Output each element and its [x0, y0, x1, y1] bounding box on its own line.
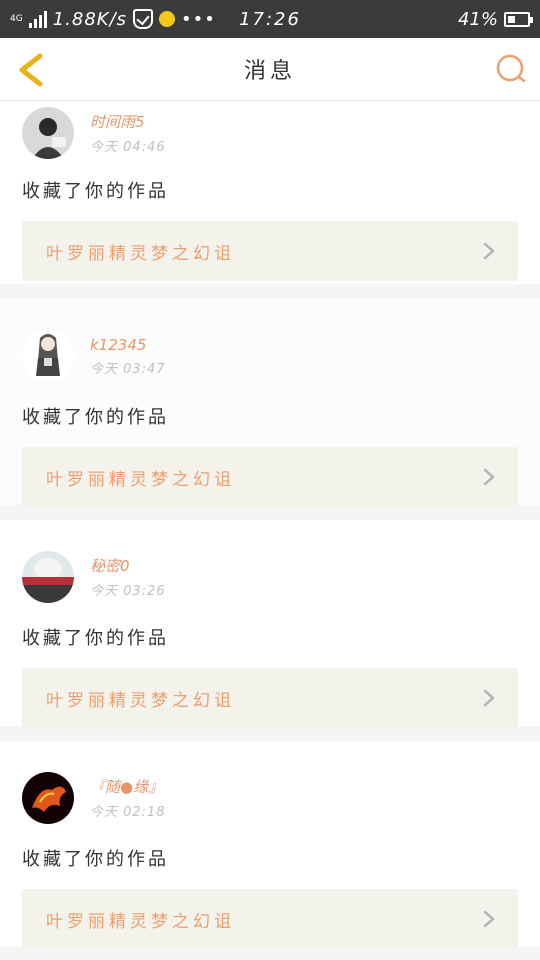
work-link[interactable]: 叶罗丽精灵梦之幻诅 [22, 447, 518, 507]
app-header: 消息 [0, 38, 540, 101]
notification-card: 时间雨5 今天 04:46 收藏了你的作品 叶罗丽精灵梦之幻诅 [0, 101, 540, 284]
battery-icon [504, 11, 533, 27]
action-text: 收藏了你的作品 [22, 849, 169, 870]
work-link[interactable]: 叶罗丽精灵梦之幻诅 [22, 889, 518, 949]
user-avatar[interactable] [22, 772, 74, 824]
action-text: 收藏了你的作品 [22, 181, 169, 202]
username[interactable]: 时间雨5 [90, 111, 166, 132]
notification-card: k12345 今天 03:47 收藏了你的作品 叶罗丽精灵梦之幻诅 [0, 299, 540, 507]
chevron-right-icon [483, 468, 495, 486]
page-title: 消息 [243, 59, 296, 84]
user-avatar[interactable] [22, 551, 74, 603]
search-icon[interactable] [494, 52, 528, 86]
user-avatar[interactable] [22, 107, 74, 159]
timestamp: 今天 03:26 [90, 584, 166, 599]
notification-card: 秘密0 今天 03:26 收藏了你的作品 叶罗丽精灵梦之幻诅 [0, 520, 540, 728]
work-title: 叶罗丽精灵梦之幻诅 [46, 911, 235, 932]
notification-card: 『随●缘』 今天 02:18 收藏了你的作品 叶罗丽精灵梦之幻诅 [0, 741, 540, 949]
battery-percent: 41% [457, 8, 498, 30]
timestamp: 今天 02:18 [90, 805, 166, 820]
username[interactable]: 秘密0 [90, 555, 166, 576]
more-notifications-icon: ••• [181, 8, 216, 30]
chevron-right-icon [483, 242, 495, 260]
status-bar: 4G 1.88K/s ••• 17:26 41% [0, 0, 540, 38]
shield-check-icon [133, 9, 154, 29]
work-title: 叶罗丽精灵梦之幻诅 [46, 243, 235, 264]
user-avatar[interactable] [22, 330, 74, 382]
network-speed: 1.88K/s [52, 8, 128, 30]
username[interactable]: k12345 [90, 336, 166, 354]
work-title: 叶罗丽精灵梦之幻诅 [46, 469, 235, 490]
work-link[interactable]: 叶罗丽精灵梦之幻诅 [22, 668, 518, 728]
action-text: 收藏了你的作品 [22, 628, 169, 649]
notification-list[interactable]: 时间雨5 今天 04:46 收藏了你的作品 叶罗丽精灵梦之幻诅 k12345 今… [0, 101, 540, 960]
timestamp: 今天 04:46 [90, 140, 166, 155]
username[interactable]: 『随●缘』 [90, 776, 166, 797]
signal-icon [28, 10, 47, 28]
timestamp: 今天 03:47 [90, 361, 166, 377]
chevron-right-icon [483, 689, 495, 707]
network-type: 4G [10, 13, 23, 24]
work-link[interactable]: 叶罗丽精灵梦之幻诅 [22, 221, 518, 281]
chevron-right-icon [483, 910, 495, 928]
chevron-left-icon[interactable] [14, 50, 54, 90]
action-text: 收藏了你的作品 [22, 407, 169, 428]
work-title: 叶罗丽精灵梦之幻诅 [46, 690, 235, 711]
clock: 17:26 [239, 8, 301, 30]
notification-dot-icon [159, 11, 176, 27]
